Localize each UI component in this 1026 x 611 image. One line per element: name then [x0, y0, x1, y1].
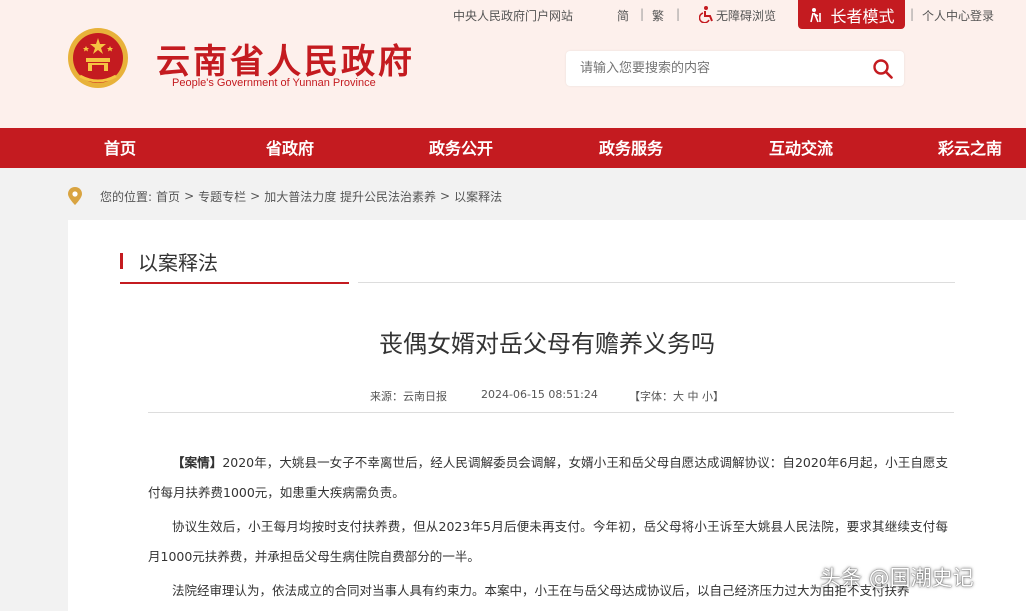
location-pin-icon	[68, 187, 82, 205]
elder-mode-label: 长者模式	[830, 6, 895, 26]
breadcrumb-separator: >	[250, 189, 261, 203]
divider: |	[910, 7, 915, 21]
section-underline	[120, 282, 349, 284]
national-emblem-icon[interactable]	[66, 26, 130, 90]
section-marker	[120, 253, 123, 269]
nav-item-services[interactable]: 政务服务	[599, 128, 663, 168]
breadcrumb-prefix: 您的位置:	[100, 189, 153, 204]
central-portal-link[interactable]: 中央人民政府门户网站	[453, 7, 573, 24]
breadcrumb-campaign[interactable]: 加大普法力度 提升公民法治素养	[264, 188, 436, 205]
breadcrumb-separator: >	[440, 189, 451, 203]
nav-item-yunnan[interactable]: 彩云之南	[938, 128, 1002, 168]
search-icon[interactable]	[872, 58, 894, 80]
meta-divider	[148, 412, 954, 413]
breadcrumb-current[interactable]: 以案释法	[454, 188, 502, 205]
breadcrumb-home[interactable]: 首页	[156, 188, 180, 205]
section-divider	[358, 282, 955, 283]
simplified-link[interactable]: 简	[617, 7, 629, 24]
accessibility-link[interactable]: 无障碍浏览	[716, 7, 776, 24]
nav-item-interaction[interactable]: 互动交流	[769, 128, 833, 168]
paragraph-text: 协议生效后，小王每月均按时支付扶养费，但从2023年5月后便未再支付。今年初，岳…	[148, 519, 948, 564]
nav-item-home[interactable]: 首页	[104, 128, 136, 168]
elder-mode-button[interactable]: 长者模式	[798, 0, 905, 29]
article-source: 来源：云南日报	[370, 390, 447, 403]
user-center-link[interactable]: 个人中心登录	[922, 7, 994, 24]
paragraph-text: 2020年，大姚县一女子不幸离世后，经人民调解委员会调解，女婿小王和岳父母自愿达…	[148, 455, 948, 500]
search-input[interactable]	[580, 58, 860, 78]
nav-item-gov-affairs[interactable]: 政务公开	[429, 128, 493, 168]
main-nav: 首页 省政府 政务公开 政务服务 互动交流 彩云之南	[0, 128, 1026, 168]
search-box	[566, 51, 904, 86]
divider: |	[676, 7, 681, 21]
traditional-link[interactable]: 繁	[652, 7, 664, 24]
case-tag: 【案情】	[172, 455, 223, 470]
article-title: 丧偶女婿对岳父母有赡养义务吗	[379, 330, 715, 358]
section-title: 以案释法	[138, 251, 218, 275]
paragraph-text: 法院经审理认为，依法成立的合同对当事人具有约束力。本案中，小王在与岳父母达成协议…	[172, 583, 910, 598]
breadcrumb-topics[interactable]: 专题专栏	[198, 188, 246, 205]
site-subtitle: People's Government of Yunnan Province	[172, 77, 376, 89]
elder-icon	[810, 7, 822, 22]
breadcrumb-separator: >	[184, 189, 195, 203]
article-paragraph: 【案情】2020年，大姚县一女子不幸离世后，经人民调解委员会调解，女婿小王和岳父…	[148, 448, 948, 508]
accessibility-icon	[699, 6, 713, 23]
divider: |	[640, 7, 645, 21]
content-card: 以案释法 丧偶女婿对岳父母有赡养义务吗 来源：云南日报 2024-06-15 0…	[68, 220, 1026, 611]
article-date: 2024-06-15 08:51:24	[481, 388, 598, 401]
nav-item-government[interactable]: 省政府	[266, 128, 314, 168]
site-header: 云南省人民政府 People's Government of Yunnan Pr…	[0, 0, 1026, 128]
font-size-control[interactable]: 【字体：大 中 小】	[629, 388, 724, 404]
breadcrumb: 您的位置: 首页 > 专题专栏 > 加大普法力度 提升公民法治素养 > 以案释法	[68, 186, 502, 206]
watermark: 头条 @国潮史记	[820, 566, 974, 590]
site-title[interactable]: 云南省人民政府	[156, 34, 415, 83]
